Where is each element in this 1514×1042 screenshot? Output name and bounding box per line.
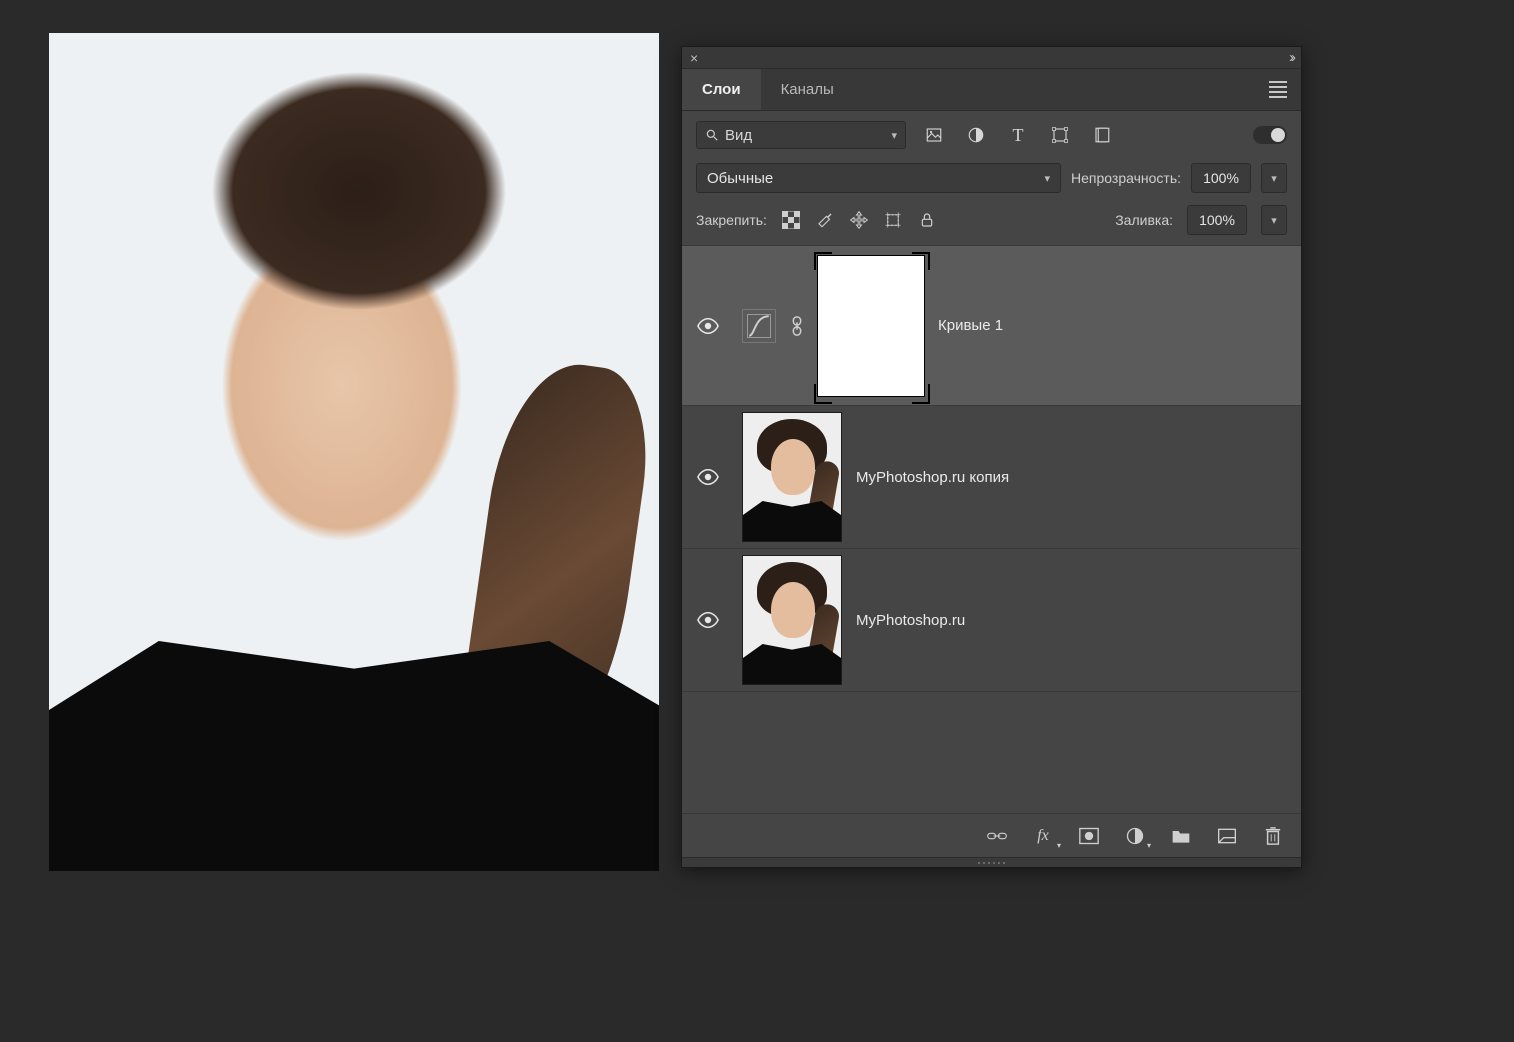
chevron-down-icon: ▾ [891, 129, 897, 142]
layer-thumbnail[interactable] [742, 555, 842, 685]
close-icon[interactable]: × [690, 50, 698, 66]
fill-label: Заливка: [1115, 212, 1173, 228]
panel-footer: fx▾ ▾ [682, 813, 1301, 857]
layer-row[interactable]: MyPhotoshop.ru копия [682, 406, 1301, 549]
visibility-toggle-icon[interactable] [688, 612, 728, 628]
chevron-down-icon: ▾ [1044, 172, 1050, 185]
visibility-toggle-icon[interactable] [688, 318, 728, 334]
document-canvas[interactable] [49, 33, 659, 871]
blend-mode-row: Обычные ▾ Непрозрачность: 100% ▾ [682, 157, 1301, 199]
layer-thumbnail[interactable] [742, 412, 842, 542]
filter-type-dropdown[interactable]: Вид ▾ [696, 121, 906, 149]
opacity-slider-toggle[interactable]: ▾ [1261, 163, 1287, 193]
new-group-icon[interactable] [1171, 826, 1191, 846]
layer-name[interactable]: MyPhotoshop.ru [856, 612, 965, 629]
layer-name[interactable]: MyPhotoshop.ru копия [856, 469, 1009, 486]
link-layers-icon[interactable] [987, 826, 1007, 846]
visibility-toggle-icon[interactable] [688, 469, 728, 485]
panel-tabs: Слои Каналы [682, 69, 1301, 111]
lock-position-icon[interactable] [849, 210, 869, 230]
fill-value-input[interactable]: 100% [1187, 205, 1247, 235]
smartobject-filter-icon[interactable] [1092, 125, 1112, 145]
tab-layers[interactable]: Слои [682, 69, 761, 110]
lock-transparency-icon[interactable] [781, 210, 801, 230]
search-icon [705, 128, 719, 142]
opacity-label: Непрозрачность: [1071, 170, 1181, 186]
lock-artboard-icon[interactable] [883, 210, 903, 230]
new-layer-icon[interactable] [1217, 826, 1237, 846]
filter-type-label: Вид [725, 127, 752, 144]
layers-list: Кривые 1 MyPhotoshop.ru копия MyPhotosho… [682, 246, 1301, 813]
lock-paint-icon[interactable] [815, 210, 835, 230]
document-image [49, 33, 659, 871]
collapse-panel-icon[interactable]: ›› [1289, 49, 1293, 66]
tab-channels[interactable]: Каналы [761, 69, 854, 110]
curves-adjustment-icon[interactable] [742, 309, 776, 343]
delete-layer-icon[interactable] [1263, 826, 1283, 846]
layers-panel: × ›› Слои Каналы Вид ▾ T [681, 46, 1302, 868]
layer-name[interactable]: Кривые 1 [938, 317, 1003, 334]
blend-mode-value: Обычные [707, 170, 773, 187]
image-filter-icon[interactable] [924, 125, 944, 145]
panel-resize-grip[interactable] [682, 857, 1301, 867]
layer-filter-row: Вид ▾ T [682, 111, 1301, 157]
fill-slider-toggle[interactable]: ▾ [1261, 205, 1287, 235]
lock-row: Закрепить: Заливка: 100% ▾ [682, 199, 1301, 246]
layer-mask-thumbnail[interactable] [818, 256, 924, 396]
type-filter-icon[interactable]: T [1008, 125, 1028, 145]
panel-titlebar: × ›› [682, 47, 1301, 69]
filter-toggle[interactable] [1253, 126, 1287, 144]
blend-mode-dropdown[interactable]: Обычные ▾ [696, 163, 1061, 193]
panel-menu-icon[interactable] [1263, 72, 1293, 107]
add-adjustment-icon[interactable]: ▾ [1125, 826, 1145, 846]
lock-label: Закрепить: [696, 212, 767, 228]
lock-all-icon[interactable] [917, 210, 937, 230]
mask-link-icon[interactable] [790, 315, 804, 337]
tab-label: Каналы [781, 81, 834, 98]
tab-label: Слои [702, 81, 741, 98]
adjustment-filter-icon[interactable] [966, 125, 986, 145]
fx-icon[interactable]: fx▾ [1033, 826, 1053, 846]
layer-row[interactable]: Кривые 1 [682, 246, 1301, 406]
layer-row[interactable]: MyPhotoshop.ru [682, 549, 1301, 692]
opacity-value-input[interactable]: 100% [1191, 163, 1251, 193]
add-mask-icon[interactable] [1079, 826, 1099, 846]
shape-filter-icon[interactable] [1050, 125, 1070, 145]
